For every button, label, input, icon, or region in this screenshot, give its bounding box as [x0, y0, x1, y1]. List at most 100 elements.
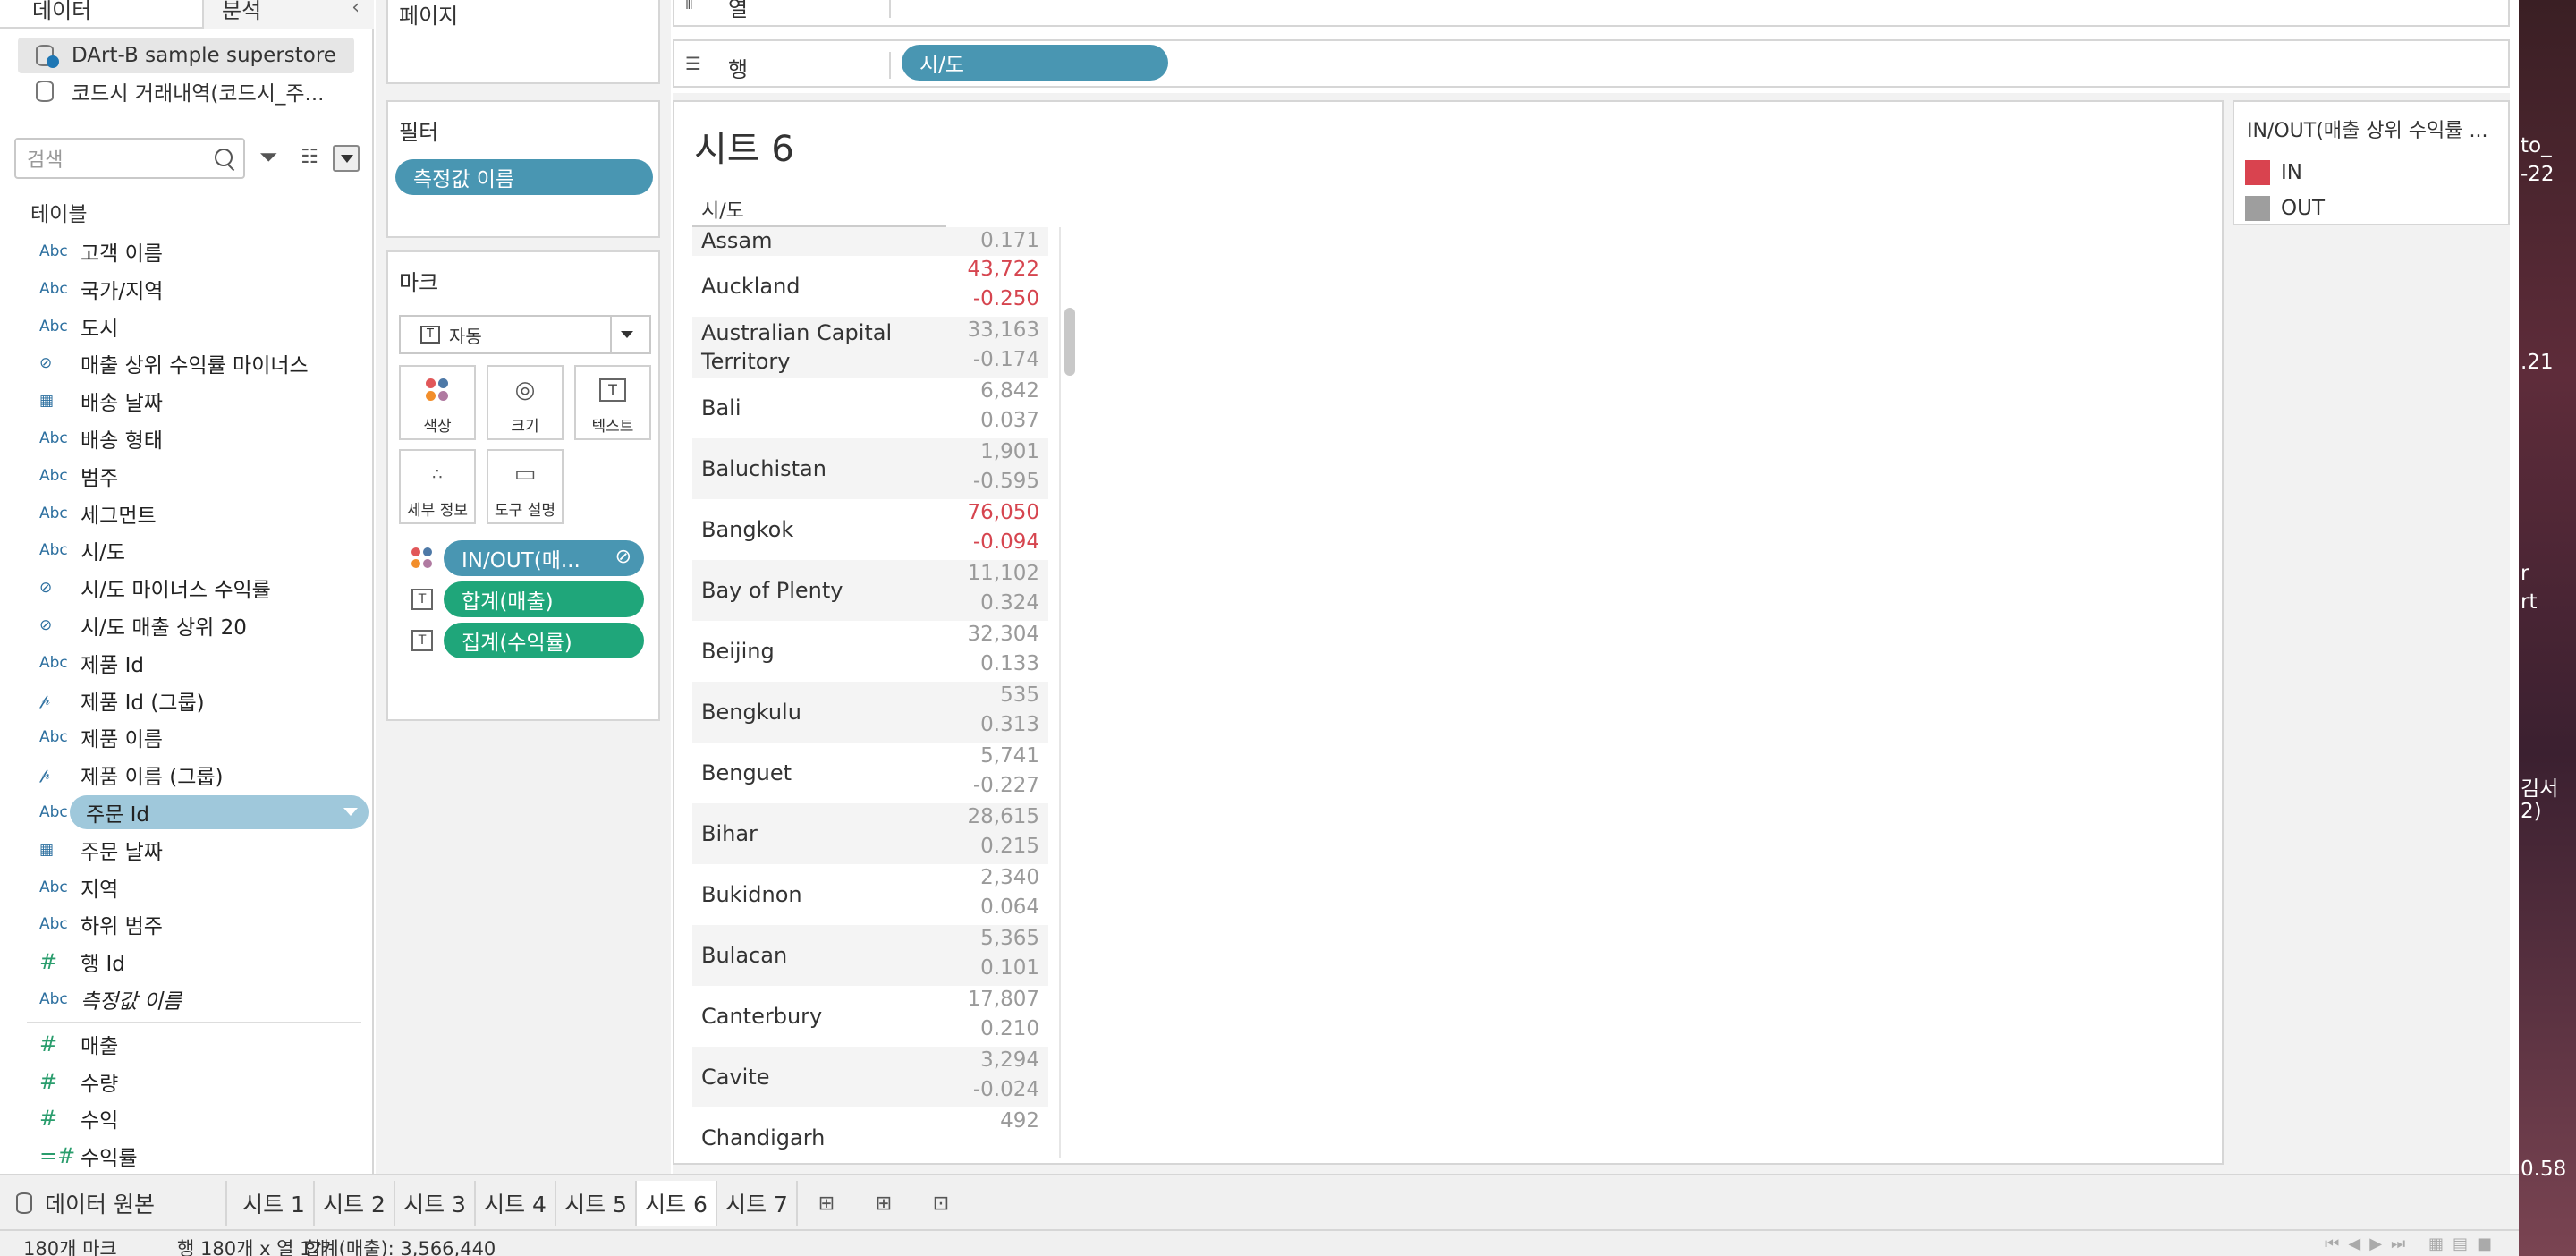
field-item[interactable]: Abc 국가/지역	[27, 272, 369, 306]
table-row[interactable]: Australian Capital Territory 33,163 -0.174	[692, 317, 1048, 378]
field-search-input[interactable]: 검색	[14, 138, 245, 179]
table-row[interactable]: Bay of Plenty 11,102 0.324	[692, 560, 1048, 621]
field-label: 제품 Id (그룹)	[80, 691, 205, 715]
field-item[interactable]: Abc 범주	[27, 459, 369, 493]
column-header-province[interactable]: 시/도	[701, 195, 744, 224]
data-pane: 데이터 분석 ‹ DArt-B sample superstore 코드시 거래…	[0, 0, 374, 1174]
new-worksheet-icon[interactable]: ⊞	[801, 1186, 852, 1222]
field-item[interactable]: Abc 시/도	[27, 533, 369, 567]
field-item[interactable]: Abc 세그먼트	[27, 496, 369, 530]
database-icon	[16, 1192, 32, 1214]
new-story-icon[interactable]: ⊡	[916, 1186, 966, 1222]
sheet-tab[interactable]: 시트 6	[637, 1181, 717, 1226]
field-item[interactable]: # 행 Id	[27, 945, 369, 979]
detail-button[interactable]: ∴ 세부 정보	[399, 449, 476, 524]
table-row[interactable]: Cavite 3,294 -0.024	[692, 1047, 1048, 1107]
field-item[interactable]: Abc 지역	[27, 870, 369, 904]
table-row[interactable]: Bangkok 76,050 -0.094	[692, 499, 1048, 560]
datasource-icon	[34, 79, 59, 104]
tooltip-button[interactable]: ▭ 도구 설명	[487, 449, 564, 524]
encoding-text-profit-ratio[interactable]: T 집계(수익률)	[399, 623, 649, 658]
field-item[interactable]: Abc 하위 범주	[27, 907, 369, 941]
sheet-tab[interactable]: 시트 5	[556, 1181, 637, 1226]
field-label: 지역	[80, 878, 119, 902]
field-item[interactable]: ⊘ 시/도 마이너스 수익률	[27, 571, 369, 605]
field-item[interactable]: Abc 제품 이름	[27, 720, 369, 754]
view-list-icon[interactable]: ☷	[295, 143, 324, 172]
measure-label: 수익	[80, 1109, 119, 1133]
field-item[interactable]: ▦ 배송 날짜	[27, 384, 369, 418]
measure-item[interactable]: # 수량	[27, 1065, 369, 1099]
sheet-tab[interactable]: 시트 4	[476, 1181, 556, 1226]
datasource-tab[interactable]: 데이터 원본	[0, 1181, 227, 1226]
field-item[interactable]: Abc 측정값 이름	[27, 982, 369, 1016]
collapse-pane-icon[interactable]: ‹	[352, 0, 360, 19]
rows-pill-province[interactable]: 시/도	[902, 45, 1168, 81]
filter-pill-measure-names[interactable]: 측정값 이름	[395, 159, 653, 195]
row-profit-ratio: -0.094	[972, 530, 1039, 554]
table-row[interactable]: Bulacan 5,365 0.101	[692, 925, 1048, 986]
new-dashboard-icon[interactable]: ⊞	[859, 1186, 909, 1222]
table-row[interactable]: Bali 6,842 0.037	[692, 378, 1048, 438]
field-item[interactable]: Abc 제품 Id	[27, 646, 369, 680]
sheet-tab[interactable]: 시트 2	[315, 1181, 395, 1226]
table-row[interactable]: Chandigarh 492	[692, 1107, 1048, 1158]
measure-item[interactable]: # 수익	[27, 1101, 369, 1135]
field-item[interactable]: 𝓅 제품 이름 (그룹)	[27, 758, 369, 792]
filters-card[interactable]: 필터 측정값 이름	[386, 100, 660, 238]
columns-shelf[interactable]: ⦀ 열	[673, 0, 2510, 27]
view-options-dropdown-icon[interactable]	[333, 145, 360, 172]
vertical-scrollbar[interactable]	[1059, 227, 1075, 1158]
sheet-tab[interactable]: 시트 1	[234, 1181, 315, 1226]
field-item[interactable]: Abc 도시	[27, 310, 369, 344]
tab-data[interactable]: 데이터	[32, 0, 91, 29]
encoding-pill-sum-sales[interactable]: 합계(매출)	[444, 581, 644, 617]
chevron-down-icon[interactable]	[343, 808, 358, 816]
legend-item-in[interactable]: IN	[2245, 159, 2302, 186]
measure-item[interactable]: # 매출	[27, 1027, 369, 1061]
field-item[interactable]: ▦ 주문 날짜	[27, 833, 369, 867]
table-row[interactable]: Benguet 5,741 -0.227	[692, 743, 1048, 803]
tab-analysis[interactable]: 분석 ‹	[202, 0, 374, 29]
mark-type-dropdown[interactable]: T 자동	[399, 315, 651, 354]
pages-card[interactable]: 페이지	[386, 0, 660, 84]
measure-item[interactable]: =# 수익률	[27, 1139, 369, 1173]
table-row[interactable]: Bukidnon 2,340 0.064	[692, 864, 1048, 925]
encoding-pill-agg-profit-ratio[interactable]: 집계(수익률)	[444, 623, 644, 658]
datasource-item[interactable]: DArt-B sample superstore	[18, 38, 354, 73]
row-province-label: Canterbury	[701, 1004, 823, 1029]
table-row[interactable]: Auckland 43,722 -0.250	[692, 256, 1048, 317]
color-button[interactable]: 색상	[399, 365, 476, 440]
encoding-text-sales[interactable]: T 합계(매출)	[399, 581, 649, 617]
encoding-color[interactable]: IN/OUT(매... ⊘	[399, 540, 649, 576]
table-row[interactable]: Beijing 32,304 0.133	[692, 621, 1048, 682]
field-item[interactable]: ⊘ 매출 상위 수익률 마이너스	[27, 346, 369, 380]
table-row[interactable]: Baluchistan 1,901 -0.595	[692, 438, 1048, 499]
table-row[interactable]: Bengkulu 535 0.313	[692, 682, 1048, 743]
row-province-label: Bengkulu	[701, 700, 801, 725]
field-item[interactable]: Abc 고객 이름	[27, 234, 369, 268]
legend-title[interactable]: IN/OUT(매출 상위 수익률 ...	[2247, 115, 2503, 143]
field-item[interactable]: ⊘ 시/도 매출 상위 20	[27, 608, 369, 642]
size-button[interactable]: ◎ 크기	[487, 365, 564, 440]
legend-item-out[interactable]: OUT	[2245, 195, 2325, 222]
row-province-label: Auckland	[701, 274, 801, 299]
label-button[interactable]: T 텍스트	[574, 365, 651, 440]
table-row[interactable]: Assam 0.171	[692, 227, 1048, 256]
table-row[interactable]: Bihar 28,615 0.215	[692, 803, 1048, 864]
scrollbar-thumb[interactable]	[1064, 308, 1075, 376]
sheet-tab[interactable]: 시트 3	[395, 1181, 476, 1226]
row-sales-value: 33,163	[967, 318, 1039, 342]
rows-shelf[interactable]: ☰ 행 시/도	[673, 39, 2510, 88]
field-item[interactable]: Abc 주문 Id	[39, 795, 369, 829]
legend-label-out: OUT	[2281, 197, 2325, 220]
table-row[interactable]: Canterbury 17,807 0.210	[692, 986, 1048, 1047]
encoding-pill-inout[interactable]: IN/OUT(매... ⊘	[444, 540, 644, 576]
field-item[interactable]: Abc 배송 형태	[27, 421, 369, 455]
field-label: 제품 Id	[80, 653, 145, 677]
sheet-tab[interactable]: 시트 7	[717, 1181, 798, 1226]
sheet-navigation-controls[interactable]: ⏮◀▶⏭ ▦▤■	[2325, 1235, 2501, 1253]
field-item[interactable]: 𝓅 제품 Id (그룹)	[27, 683, 369, 717]
datasource-item[interactable]: 코드시 거래내역(코드시_주...	[18, 73, 354, 109]
filter-icon[interactable]: ⏷	[254, 143, 283, 172]
